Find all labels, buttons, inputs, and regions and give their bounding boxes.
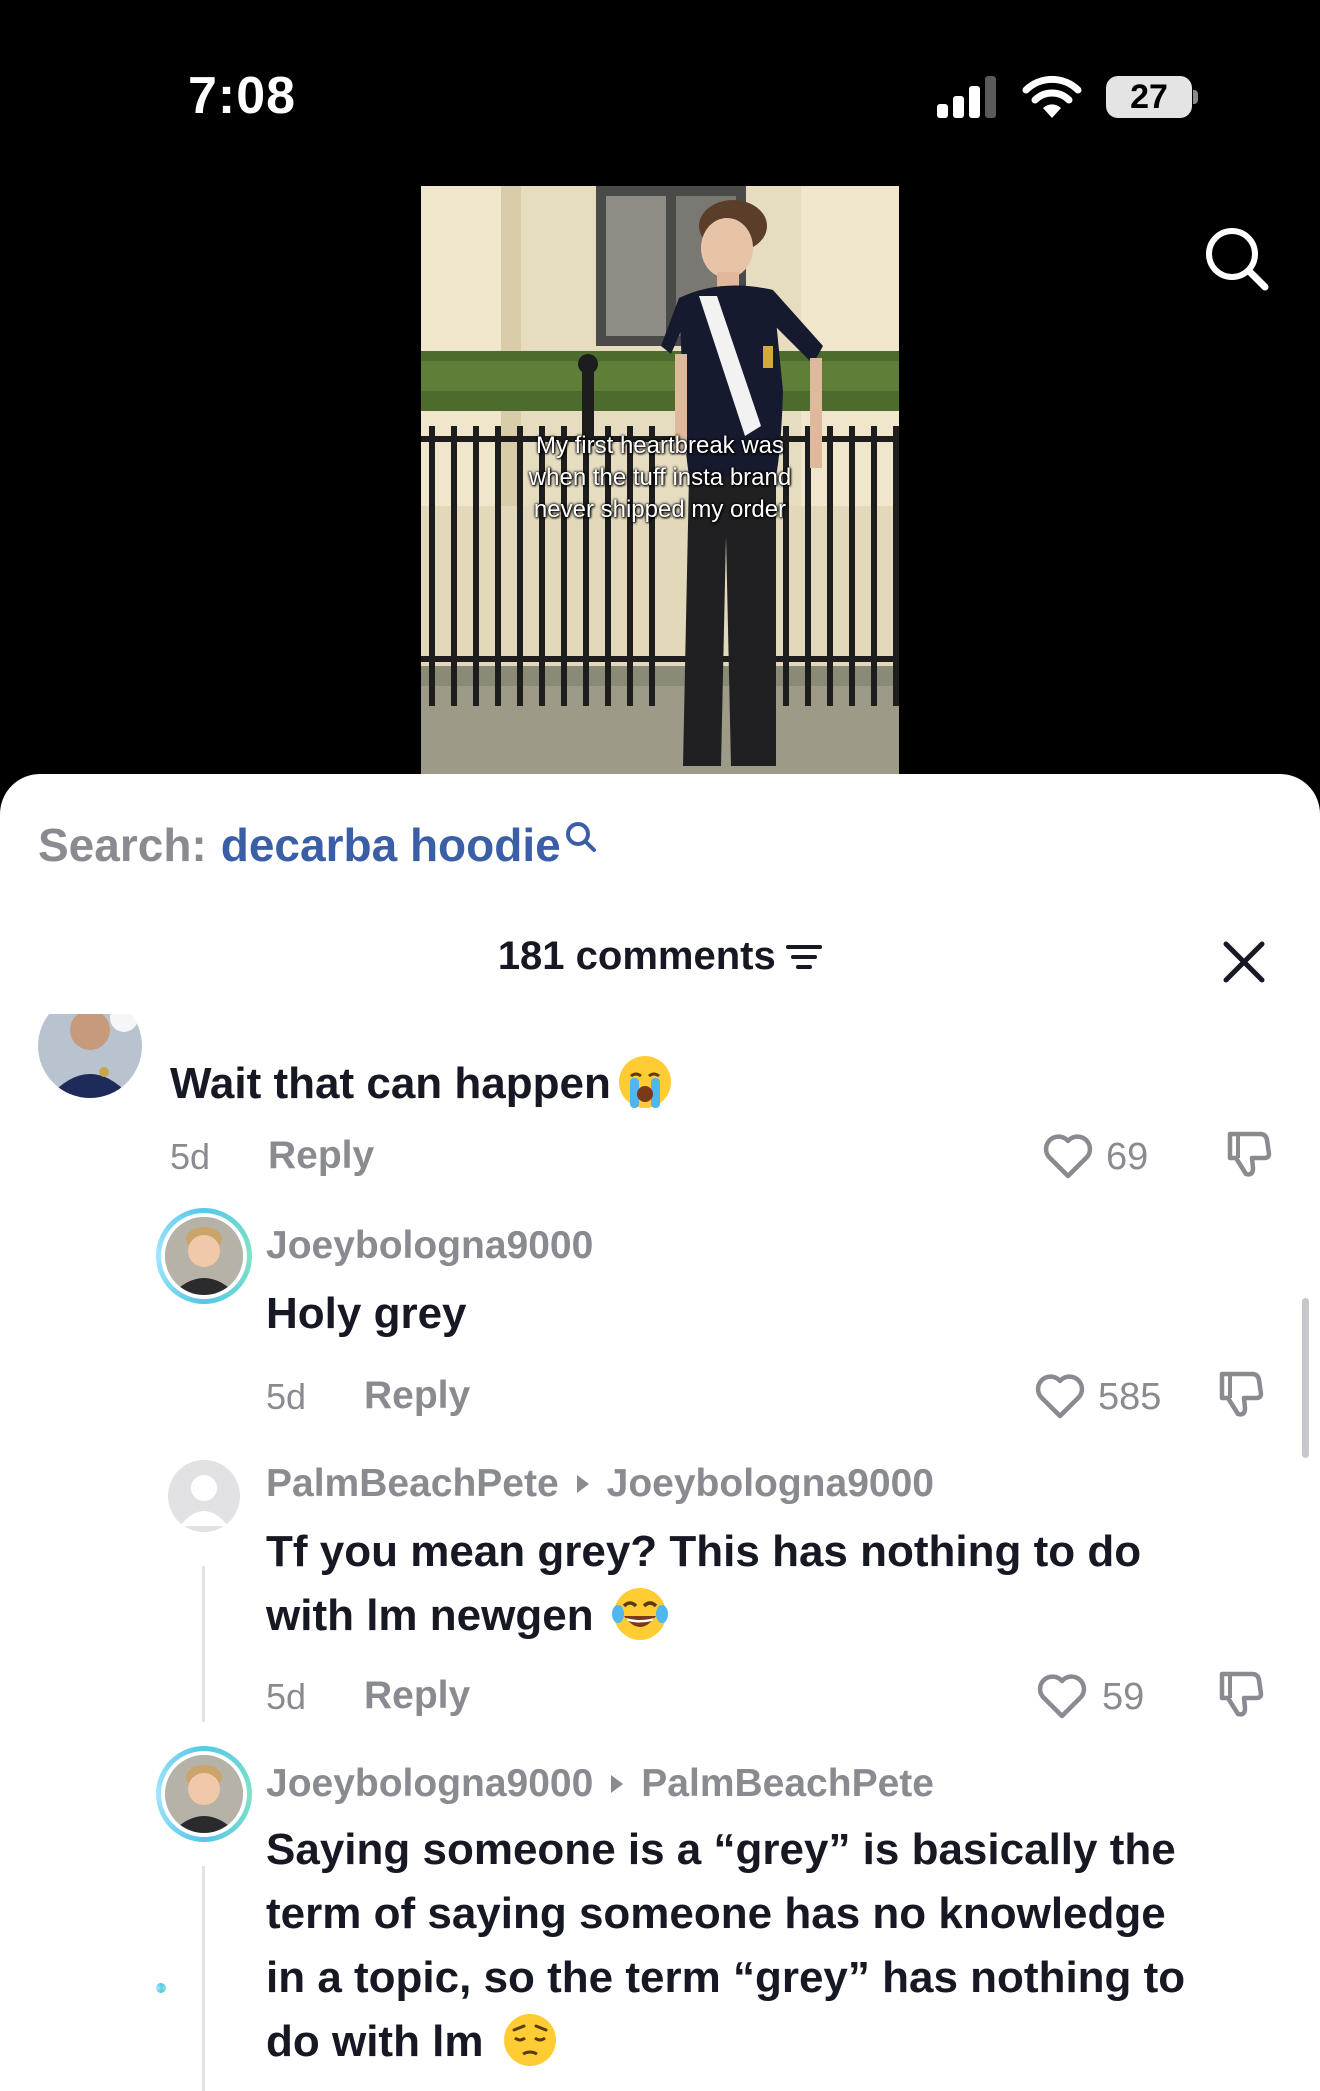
battery-indicator: 27 bbox=[1106, 76, 1198, 118]
video-caption: My first heartbreak was when the tuff in… bbox=[528, 432, 792, 523]
cellular-signal-icon bbox=[937, 76, 996, 118]
search-suggestion[interactable]: Search: decarba hoodie bbox=[38, 818, 599, 872]
status-time: 7:08 bbox=[188, 67, 297, 125]
comments-sheet: Search: decarba hoodie 181 comments Wait… bbox=[0, 774, 1320, 2091]
wifi-icon bbox=[1022, 75, 1082, 118]
battery-level: 27 bbox=[1130, 78, 1168, 116]
comment-text: Wait that can happen bbox=[170, 1052, 673, 1116]
comments-header: 181 comments bbox=[0, 934, 1320, 1014]
comments-count: 181 comments bbox=[497, 934, 776, 978]
loudly-crying-face-icon bbox=[618, 1056, 671, 1109]
sort-filter-icon[interactable] bbox=[786, 942, 823, 972]
comments-list[interactable]: D... Wait that can happen 5d Reply 69 bbox=[0, 1014, 1320, 2091]
search-term-link[interactable]: decarba hoodie bbox=[221, 818, 561, 872]
like-count: 69 bbox=[1106, 1136, 1149, 1178]
heart-icon[interactable] bbox=[1042, 1132, 1094, 1180]
avatar[interactable] bbox=[156, 1208, 252, 1304]
search-icon[interactable] bbox=[1200, 222, 1272, 294]
avatar[interactable] bbox=[156, 1983, 166, 1993]
reply-button[interactable]: Reply bbox=[268, 1134, 374, 1178]
video-player[interactable]: My first heartbreak was when the tuff in… bbox=[421, 186, 899, 774]
close-icon[interactable] bbox=[1222, 940, 1266, 984]
comment-username[interactable]: D... bbox=[170, 1014, 231, 1022]
status-bar: 7:08 27 bbox=[0, 0, 1320, 180]
search-prefix: Search: bbox=[38, 819, 207, 871]
dislike-icon[interactable] bbox=[1222, 1128, 1274, 1180]
search-icon bbox=[565, 822, 596, 852]
avatar[interactable] bbox=[38, 1014, 142, 1098]
comment-time: 5d bbox=[170, 1136, 211, 1177]
